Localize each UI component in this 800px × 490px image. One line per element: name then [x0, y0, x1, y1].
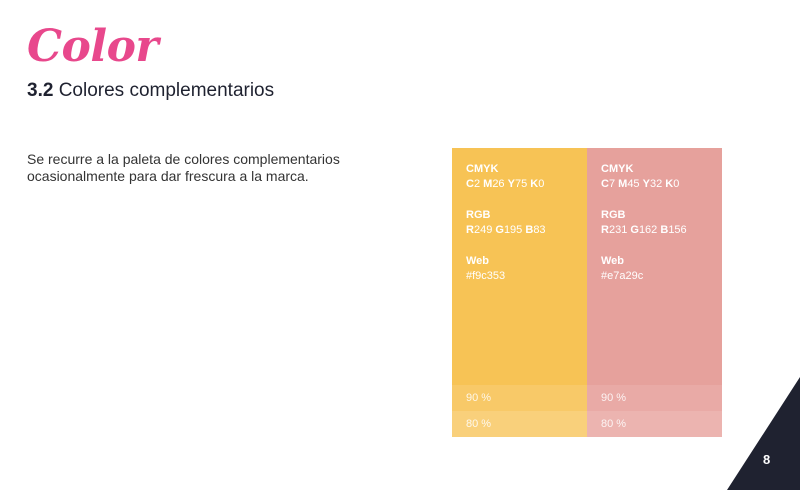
- rgb-block: RGB R231 G162 B156: [601, 208, 687, 238]
- section-title: Colores complementarios: [58, 80, 275, 101]
- cmyk-label: CMYK: [466, 163, 499, 175]
- tint-90: 90 %: [587, 385, 722, 411]
- tint-80-label: 80 %: [466, 418, 492, 430]
- page-number: 8: [763, 452, 771, 467]
- tint-90-label: 90 %: [601, 392, 627, 404]
- tint-90-label: 90 %: [466, 392, 492, 404]
- web-label: Web: [466, 255, 490, 267]
- rgb-block: RGB R249 G195 B83: [466, 208, 546, 238]
- cmyk-value: C2 M26 Y75 K0: [466, 178, 545, 190]
- rgb-value: R231 G162 B156: [601, 224, 687, 236]
- tint-80: 80 %: [452, 411, 587, 437]
- page-title: Color: [27, 21, 159, 72]
- cmyk-block: CMYK C2 M26 Y75 K0: [466, 162, 544, 192]
- rgb-label: RGB: [466, 209, 491, 221]
- cmyk-block: CMYK C7 M45 Y32 K0: [601, 162, 679, 192]
- section-number: 3.2: [27, 80, 54, 101]
- web-value: #f9c353: [466, 270, 506, 282]
- description-line-1: Se recurre a la paleta de colores comple…: [27, 151, 340, 167]
- section-heading: 3.2 Colores complementarios: [27, 79, 274, 103]
- rgb-value: R249 G195 B83: [466, 224, 546, 236]
- web-block: Web #f9c353: [466, 254, 505, 284]
- web-label: Web: [601, 255, 625, 267]
- description-paragraph: Se recurre a la paleta de colores comple…: [27, 151, 387, 185]
- cmyk-label: CMYK: [601, 163, 634, 175]
- color-swatch-pink: CMYK C7 M45 Y32 K0 RGB R231 G162 B156 We…: [587, 148, 722, 437]
- tint-80-label: 80 %: [601, 418, 627, 430]
- corner-triangle-decoration: [727, 377, 800, 490]
- web-value: #e7a29c: [601, 270, 644, 282]
- tint-80: 80 %: [587, 411, 722, 437]
- cmyk-value: C7 M45 Y32 K0: [601, 178, 680, 190]
- color-swatch-yellow: CMYK C2 M26 Y75 K0 RGB R249 G195 B83 Web…: [452, 148, 587, 437]
- tint-90: 90 %: [452, 385, 587, 411]
- rgb-label: RGB: [601, 209, 626, 221]
- description-line-2: ocasionalmente para dar frescura a la ma…: [27, 168, 309, 184]
- web-block: Web #e7a29c: [601, 254, 643, 284]
